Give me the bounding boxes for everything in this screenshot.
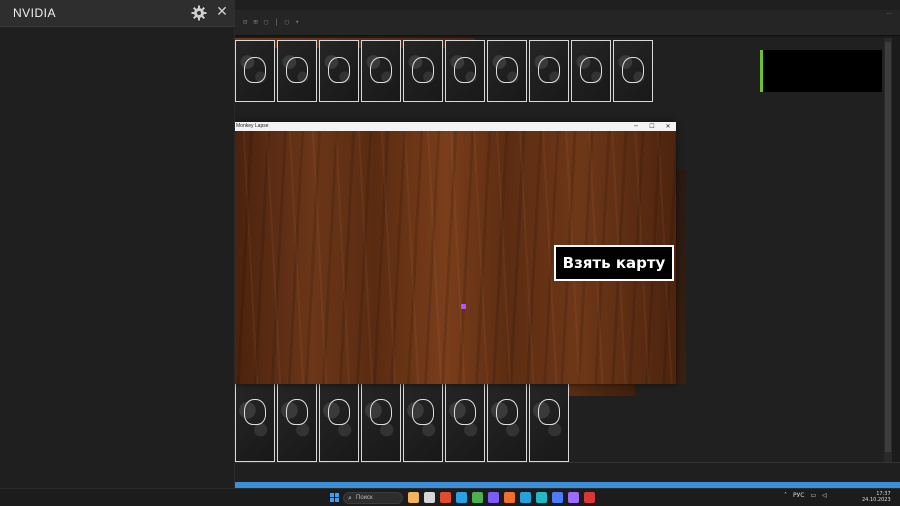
taskbar: ⌕ Поиск ˄ РУС ▭ ◁ 17:37 24.10.2023 bbox=[0, 488, 900, 506]
taskbar-app-icon[interactable] bbox=[488, 492, 499, 503]
game-window[interactable]: Monkey Lapse ─ ☐ ✕ Взять карту bbox=[233, 122, 676, 384]
scrollbar-thumb[interactable] bbox=[885, 42, 891, 452]
card-drawing bbox=[580, 57, 602, 83]
nvidia-header: NVIDIA ✕ bbox=[0, 0, 235, 27]
card-drawing bbox=[286, 399, 308, 425]
card[interactable] bbox=[361, 382, 401, 462]
card[interactable] bbox=[571, 40, 611, 102]
desktop: ⊡ ⊞ ▢ | ▢ ▾ ··· Monkey Lapse ─ ☐ ✕ Взять… bbox=[0, 0, 900, 506]
card-drawing bbox=[370, 57, 392, 83]
windows-start-icon[interactable] bbox=[330, 493, 339, 502]
taskbar-app-icon[interactable] bbox=[568, 492, 579, 503]
take-card-button[interactable]: Взять карту bbox=[554, 245, 674, 281]
card-drawing bbox=[496, 399, 518, 425]
top-card-row bbox=[235, 40, 653, 102]
card[interactable] bbox=[235, 382, 275, 462]
card[interactable] bbox=[445, 40, 485, 102]
card-drawing bbox=[496, 57, 518, 83]
language-indicator[interactable]: РУС bbox=[793, 492, 804, 499]
taskbar-app-icon[interactable] bbox=[408, 492, 419, 503]
taskbar-app-icon[interactable] bbox=[440, 492, 451, 503]
card[interactable] bbox=[319, 40, 359, 102]
vertical-scrollbar[interactable] bbox=[884, 38, 892, 462]
toolbar-icons[interactable]: ⊡ ⊞ ▢ | ▢ ▾ bbox=[243, 18, 300, 26]
editor-titlebar bbox=[235, 0, 900, 10]
card[interactable] bbox=[445, 382, 485, 462]
taskbar-app-icon[interactable] bbox=[552, 492, 563, 503]
card-drawing bbox=[328, 57, 350, 83]
wood-background bbox=[565, 382, 635, 396]
card-drawing bbox=[286, 57, 308, 83]
gear-icon[interactable] bbox=[191, 5, 207, 21]
card-drawing bbox=[622, 57, 644, 83]
card[interactable] bbox=[487, 40, 527, 102]
card[interactable] bbox=[487, 382, 527, 462]
card[interactable] bbox=[613, 40, 653, 102]
taskbar-app-icon[interactable] bbox=[584, 492, 595, 503]
card-drawing bbox=[412, 57, 434, 83]
card-drawing bbox=[412, 399, 434, 425]
maximize-icon[interactable]: ☐ bbox=[644, 122, 660, 131]
taskbar-app-icon[interactable] bbox=[424, 492, 435, 503]
editor-toolbar: ⊡ ⊞ ▢ | ▢ ▾ ··· bbox=[235, 10, 900, 36]
nvidia-overlay-panel: NVIDIA ✕ bbox=[0, 0, 235, 488]
close-icon[interactable]: ✕ bbox=[660, 122, 676, 131]
card-drawing bbox=[538, 57, 560, 83]
taskbar-app-icon[interactable] bbox=[456, 492, 467, 503]
card-drawing bbox=[244, 399, 266, 425]
clock-date: 24.10.2023 bbox=[862, 497, 891, 503]
card[interactable] bbox=[529, 40, 569, 102]
minimize-icon[interactable]: ─ bbox=[628, 122, 644, 131]
card-drawing bbox=[244, 57, 266, 83]
card-drawing bbox=[454, 57, 476, 83]
preview-panel bbox=[760, 50, 882, 92]
nvidia-title: NVIDIA bbox=[13, 6, 57, 20]
taskbar-app-icon[interactable] bbox=[472, 492, 483, 503]
tray-chevron-icon[interactable]: ˄ bbox=[784, 492, 787, 499]
taskbar-search[interactable]: ⌕ Поиск bbox=[343, 492, 403, 504]
game-titlebar[interactable]: Monkey Lapse ─ ☐ ✕ bbox=[233, 122, 676, 131]
game-window-title: Monkey Lapse bbox=[236, 123, 269, 129]
network-icon[interactable]: ▭ bbox=[810, 492, 816, 499]
card[interactable] bbox=[403, 382, 443, 462]
card-drawing bbox=[328, 399, 350, 425]
card[interactable] bbox=[277, 40, 317, 102]
close-icon[interactable]: ✕ bbox=[214, 4, 230, 20]
taskbar-apps bbox=[408, 492, 595, 503]
taskbar-app-icon[interactable] bbox=[536, 492, 547, 503]
search-placeholder: Поиск bbox=[356, 495, 373, 501]
system-tray: ˄ РУС ▭ ◁ bbox=[784, 492, 827, 499]
volume-icon[interactable]: ◁ bbox=[822, 492, 827, 499]
taskbar-app-icon[interactable] bbox=[520, 492, 531, 503]
card[interactable] bbox=[529, 382, 569, 462]
clock[interactable]: 17:37 24.10.2023 bbox=[862, 491, 891, 503]
card[interactable] bbox=[235, 40, 275, 102]
search-icon: ⌕ bbox=[348, 494, 352, 502]
wood-background bbox=[676, 170, 686, 384]
card[interactable] bbox=[277, 382, 317, 462]
toolbar-overflow-icon[interactable]: ··· bbox=[886, 11, 892, 18]
taskbar-app-icon[interactable] bbox=[504, 492, 515, 503]
cursor-icon bbox=[461, 304, 466, 309]
bottom-card-row bbox=[235, 382, 569, 462]
editor-bottom-bar bbox=[235, 462, 900, 482]
card[interactable] bbox=[361, 40, 401, 102]
game-canvas[interactable]: Взять карту bbox=[233, 131, 676, 384]
card[interactable] bbox=[403, 40, 443, 102]
card-drawing bbox=[538, 399, 560, 425]
card[interactable] bbox=[319, 382, 359, 462]
card-drawing bbox=[370, 399, 392, 425]
card-drawing bbox=[454, 399, 476, 425]
